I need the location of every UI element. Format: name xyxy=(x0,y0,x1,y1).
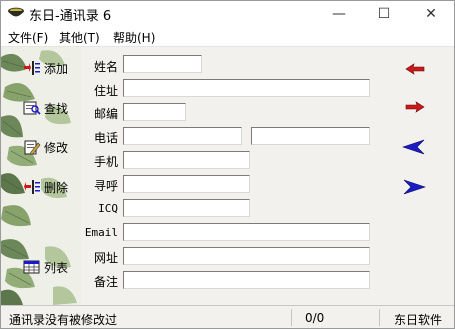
minimize-button[interactable]: — xyxy=(316,1,362,27)
client-area: 添加 查找 修改 删除 列表 姓名 住址 邮编 电话 手机 寻呼 ICQ Ema… xyxy=(1,47,454,305)
note-input[interactable] xyxy=(123,271,370,289)
maximize-button[interactable]: ☐ xyxy=(361,1,407,27)
name-input[interactable] xyxy=(123,55,202,73)
list-label: 列表 xyxy=(44,260,69,275)
note-label: 备注 xyxy=(93,275,118,289)
last-record-button[interactable] xyxy=(402,179,426,195)
arrow-right-large-icon xyxy=(403,179,426,195)
mobile-input[interactable] xyxy=(123,151,250,169)
pager-label: 寻呼 xyxy=(93,179,118,193)
company-name: 东日软件 xyxy=(394,313,443,327)
icq-label: ICQ xyxy=(98,202,118,215)
zip-input[interactable] xyxy=(123,103,186,121)
edit-button[interactable]: 修改 xyxy=(23,137,68,157)
close-button[interactable]: ✕ xyxy=(408,1,454,27)
email-label: Email xyxy=(84,226,118,239)
menu-help[interactable]: 帮助(H) xyxy=(113,29,155,46)
menu-bar: 文件(F) 其他(T) 帮助(H) xyxy=(1,27,454,47)
phone1-input[interactable] xyxy=(123,127,242,145)
next-record-button[interactable] xyxy=(404,100,426,114)
previous-record-button[interactable] xyxy=(402,139,426,155)
add-icon xyxy=(24,61,40,75)
phone2-input[interactable] xyxy=(251,127,370,145)
arrow-left-large-icon xyxy=(402,139,425,155)
find-label: 查找 xyxy=(44,101,69,116)
email-input[interactable] xyxy=(123,223,370,241)
add-label: 添加 xyxy=(44,61,69,76)
status-divider xyxy=(291,309,292,326)
window-title: 东日-通讯录 6 xyxy=(29,9,112,24)
address-label: 住址 xyxy=(93,84,118,98)
record-counter: 0/0 xyxy=(305,311,325,325)
title-bar: 东日-通讯录 6 — ☐ ✕ xyxy=(1,1,454,27)
edit-icon xyxy=(24,140,41,155)
arrow-right-small-icon xyxy=(405,101,425,113)
website-input[interactable] xyxy=(123,247,370,265)
list-icon xyxy=(23,260,40,274)
app-window: 东日-通讯录 6 — ☐ ✕ 文件(F) 其他(T) 帮助(H) 添加 查找 修… xyxy=(0,0,455,329)
list-button[interactable]: 列表 xyxy=(23,257,68,277)
delete-icon xyxy=(24,180,40,194)
delete-label: 删除 xyxy=(44,180,69,195)
pager-input[interactable] xyxy=(123,175,250,193)
zip-label: 邮编 xyxy=(93,107,118,121)
status-bar: 通讯录没有被修改过 0/0 东日软件 xyxy=(1,305,454,328)
delete-button[interactable]: 删除 xyxy=(23,177,68,197)
website-label: 网址 xyxy=(93,251,118,265)
arrow-left-small-icon xyxy=(405,63,425,75)
find-button[interactable]: 查找 xyxy=(23,98,68,118)
find-icon xyxy=(23,101,41,115)
add-button[interactable]: 添加 xyxy=(23,58,68,78)
address-input[interactable] xyxy=(123,79,370,97)
status-divider xyxy=(379,309,380,326)
edit-label: 修改 xyxy=(44,140,69,155)
first-record-button[interactable] xyxy=(404,62,426,76)
bowl-icon xyxy=(8,7,24,17)
menu-file[interactable]: 文件(F) xyxy=(8,29,48,46)
icq-input[interactable] xyxy=(123,199,250,217)
phone-label: 电话 xyxy=(93,131,118,145)
status-message: 通讯录没有被修改过 xyxy=(9,313,118,327)
name-label: 姓名 xyxy=(93,60,118,74)
mobile-label: 手机 xyxy=(93,155,118,169)
menu-other[interactable]: 其他(T) xyxy=(59,29,100,46)
